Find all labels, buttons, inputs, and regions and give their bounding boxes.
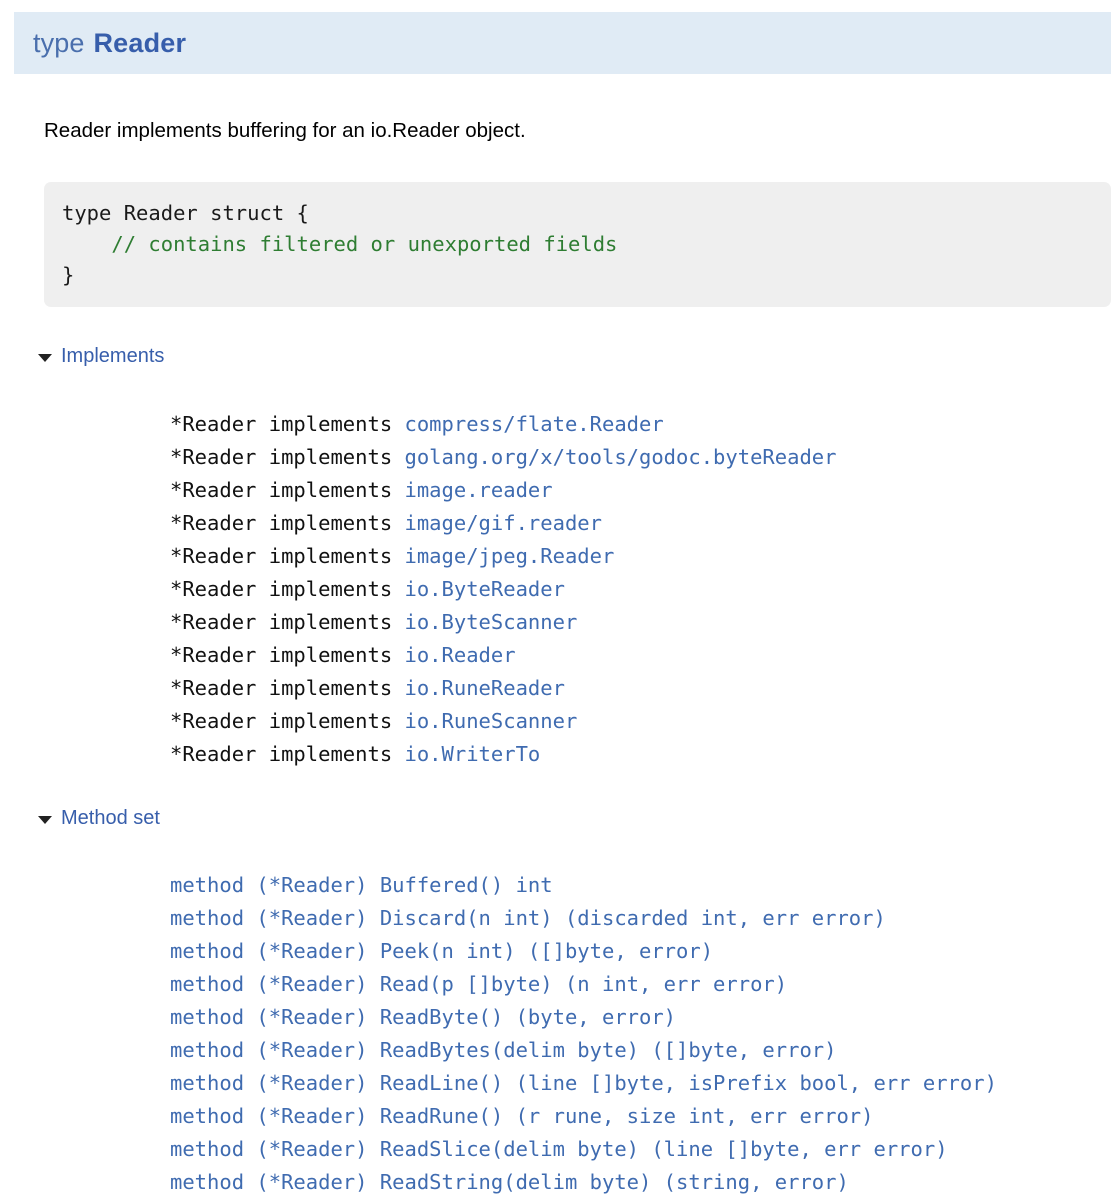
method-set-list-item[interactable]: method (*Reader) ReadByte() (byte, error… bbox=[170, 1001, 997, 1034]
implements-item-link[interactable]: io.RuneReader bbox=[405, 676, 565, 700]
implements-list-item: *Reader implements compress/flate.Reader bbox=[170, 408, 836, 441]
method-set-list-item[interactable]: method (*Reader) ReadString(delim byte) … bbox=[170, 1166, 997, 1199]
code-line-1: type Reader struct { bbox=[62, 201, 309, 225]
code-line-3: } bbox=[62, 263, 75, 287]
implements-list-item: *Reader implements golang.org/x/tools/go… bbox=[170, 441, 836, 474]
method-set-list-item[interactable]: method (*Reader) ReadSlice(delim byte) (… bbox=[170, 1133, 997, 1166]
implements-list-item: *Reader implements image/jpeg.Reader bbox=[170, 540, 836, 573]
type-declaration-code-block: type Reader struct { // contains filtere… bbox=[44, 182, 1111, 307]
implements-item-prefix: *Reader implements bbox=[170, 742, 405, 766]
implements-list-item: *Reader implements image/gif.reader bbox=[170, 507, 836, 540]
implements-item-prefix: *Reader implements bbox=[170, 643, 405, 667]
section-toggle-implements-label: Implements bbox=[61, 345, 165, 367]
section-toggle-method-set[interactable]: Method set bbox=[38, 807, 160, 830]
section-toggle-method-set-label: Method set bbox=[61, 807, 160, 829]
implements-item-prefix: *Reader implements bbox=[170, 709, 405, 733]
implements-item-prefix: *Reader implements bbox=[170, 676, 405, 700]
implements-item-prefix: *Reader implements bbox=[170, 412, 405, 436]
implements-item-prefix: *Reader implements bbox=[170, 610, 405, 634]
implements-list-item: *Reader implements io.ByteReader bbox=[170, 573, 836, 606]
implements-list: *Reader implements compress/flate.Reader… bbox=[170, 408, 836, 771]
implements-item-link[interactable]: image/gif.reader bbox=[405, 511, 602, 535]
implements-item-prefix: *Reader implements bbox=[170, 577, 405, 601]
triangle-down-icon bbox=[38, 815, 52, 824]
implements-item-prefix: *Reader implements bbox=[170, 478, 405, 502]
implements-list-item: *Reader implements image.reader bbox=[170, 474, 836, 507]
implements-item-link[interactable]: io.WriterTo bbox=[405, 742, 541, 766]
implements-list-item: *Reader implements io.RuneReader bbox=[170, 672, 836, 705]
type-header: type Reader bbox=[14, 12, 1111, 74]
type-description: Reader implements buffering for an io.Re… bbox=[44, 119, 526, 142]
implements-item-link[interactable]: io.RuneScanner bbox=[405, 709, 578, 733]
implements-item-link[interactable]: io.ByteScanner bbox=[405, 610, 578, 634]
implements-item-prefix: *Reader implements bbox=[170, 544, 405, 568]
type-keyword: type bbox=[33, 27, 85, 58]
code-line-2-comment: // contains filtered or unexported field… bbox=[111, 232, 618, 256]
method-set-list-item[interactable]: method (*Reader) ReadBytes(delim byte) (… bbox=[170, 1034, 997, 1067]
implements-item-link[interactable]: io.Reader bbox=[405, 643, 516, 667]
implements-item-link[interactable]: image/jpeg.Reader bbox=[405, 544, 615, 568]
section-toggle-implements[interactable]: Implements bbox=[38, 345, 164, 368]
implements-item-prefix: *Reader implements bbox=[170, 511, 405, 535]
implements-list-item: *Reader implements io.WriterTo bbox=[170, 738, 836, 771]
triangle-down-icon bbox=[38, 353, 52, 362]
method-set-list-item[interactable]: method (*Reader) Buffered() int bbox=[170, 869, 997, 902]
code-line-2-indent bbox=[62, 232, 111, 256]
page-title: Reader bbox=[93, 27, 187, 58]
method-set-list-item[interactable]: method (*Reader) Peek(n int) ([]byte, er… bbox=[170, 935, 997, 968]
godoc-type-page: type Reader Reader implements buffering … bbox=[0, 0, 1111, 1200]
method-set-list-item[interactable]: method (*Reader) ReadRune() (r rune, siz… bbox=[170, 1100, 997, 1133]
implements-item-link[interactable]: compress/flate.Reader bbox=[405, 412, 664, 436]
implements-list-item: *Reader implements io.RuneScanner bbox=[170, 705, 836, 738]
method-set-list-item[interactable]: method (*Reader) Discard(n int) (discard… bbox=[170, 902, 997, 935]
implements-item-link[interactable]: golang.org/x/tools/godoc.byteReader bbox=[405, 445, 837, 469]
implements-list-item: *Reader implements io.Reader bbox=[170, 639, 836, 672]
implements-item-prefix: *Reader implements bbox=[170, 445, 405, 469]
implements-list-item: *Reader implements io.ByteScanner bbox=[170, 606, 836, 639]
method-set-list-item[interactable]: method (*Reader) Read(p []byte) (n int, … bbox=[170, 968, 997, 1001]
method-set-list: method (*Reader) Buffered() int method (*… bbox=[170, 869, 997, 1199]
implements-item-link[interactable]: io.ByteReader bbox=[405, 577, 565, 601]
method-set-list-item[interactable]: method (*Reader) ReadLine() (line []byte… bbox=[170, 1067, 997, 1100]
implements-item-link[interactable]: image.reader bbox=[405, 478, 553, 502]
